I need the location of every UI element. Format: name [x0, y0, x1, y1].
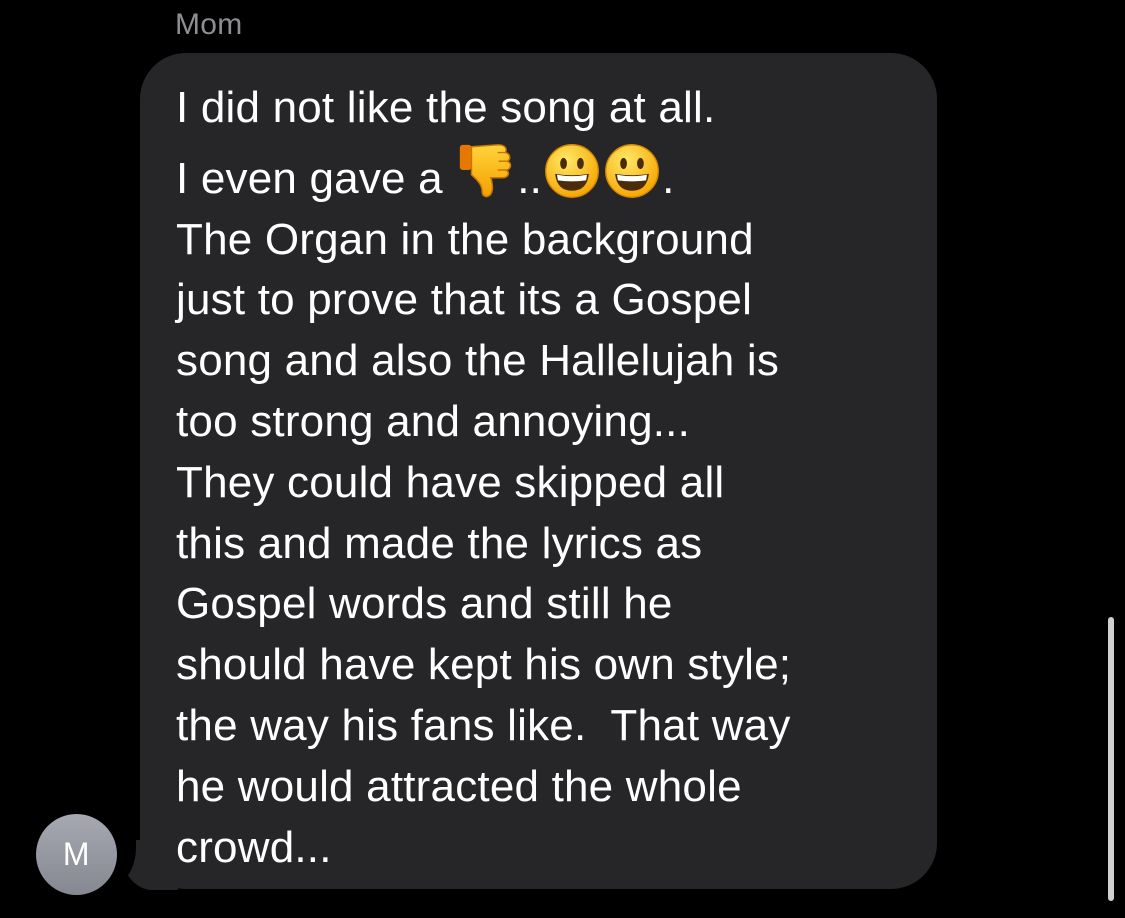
message-line: this and made the lyrics as: [176, 518, 703, 568]
scrollbar[interactable]: [1108, 617, 1114, 901]
message-fragment: I even gave a: [176, 153, 456, 203]
message-line: crowd...: [176, 822, 332, 872]
message-line: They could have skipped all: [176, 457, 725, 507]
message-line: the way his fans like. That way: [176, 700, 791, 750]
avatar[interactable]: M: [36, 814, 117, 895]
message-line: just to prove that its a Gospel: [176, 275, 753, 325]
thumbs-down-icon: [455, 139, 517, 201]
grinning-face-icon: [542, 141, 602, 201]
message-line: The Organ in the background: [176, 214, 754, 264]
message-line: song and also the Hallelujah is: [176, 336, 780, 386]
message-line: I did not like the song at all.: [176, 83, 716, 132]
message-line: Gospel words and still he: [176, 579, 673, 629]
message-line-with-emoji: I even gave a .. .: [176, 139, 916, 210]
message-fragment: ..: [517, 153, 543, 203]
message-line: he would attracted the whole: [176, 761, 742, 811]
message-line: too strong and annoying...: [176, 396, 691, 446]
message-text[interactable]: I did not like the song at all. I even g…: [176, 78, 916, 878]
message-line: should have kept his own style;: [176, 640, 792, 690]
message-fragment: .: [662, 153, 675, 203]
grinning-face-icon: [602, 141, 662, 201]
sender-name: Mom: [175, 8, 243, 41]
